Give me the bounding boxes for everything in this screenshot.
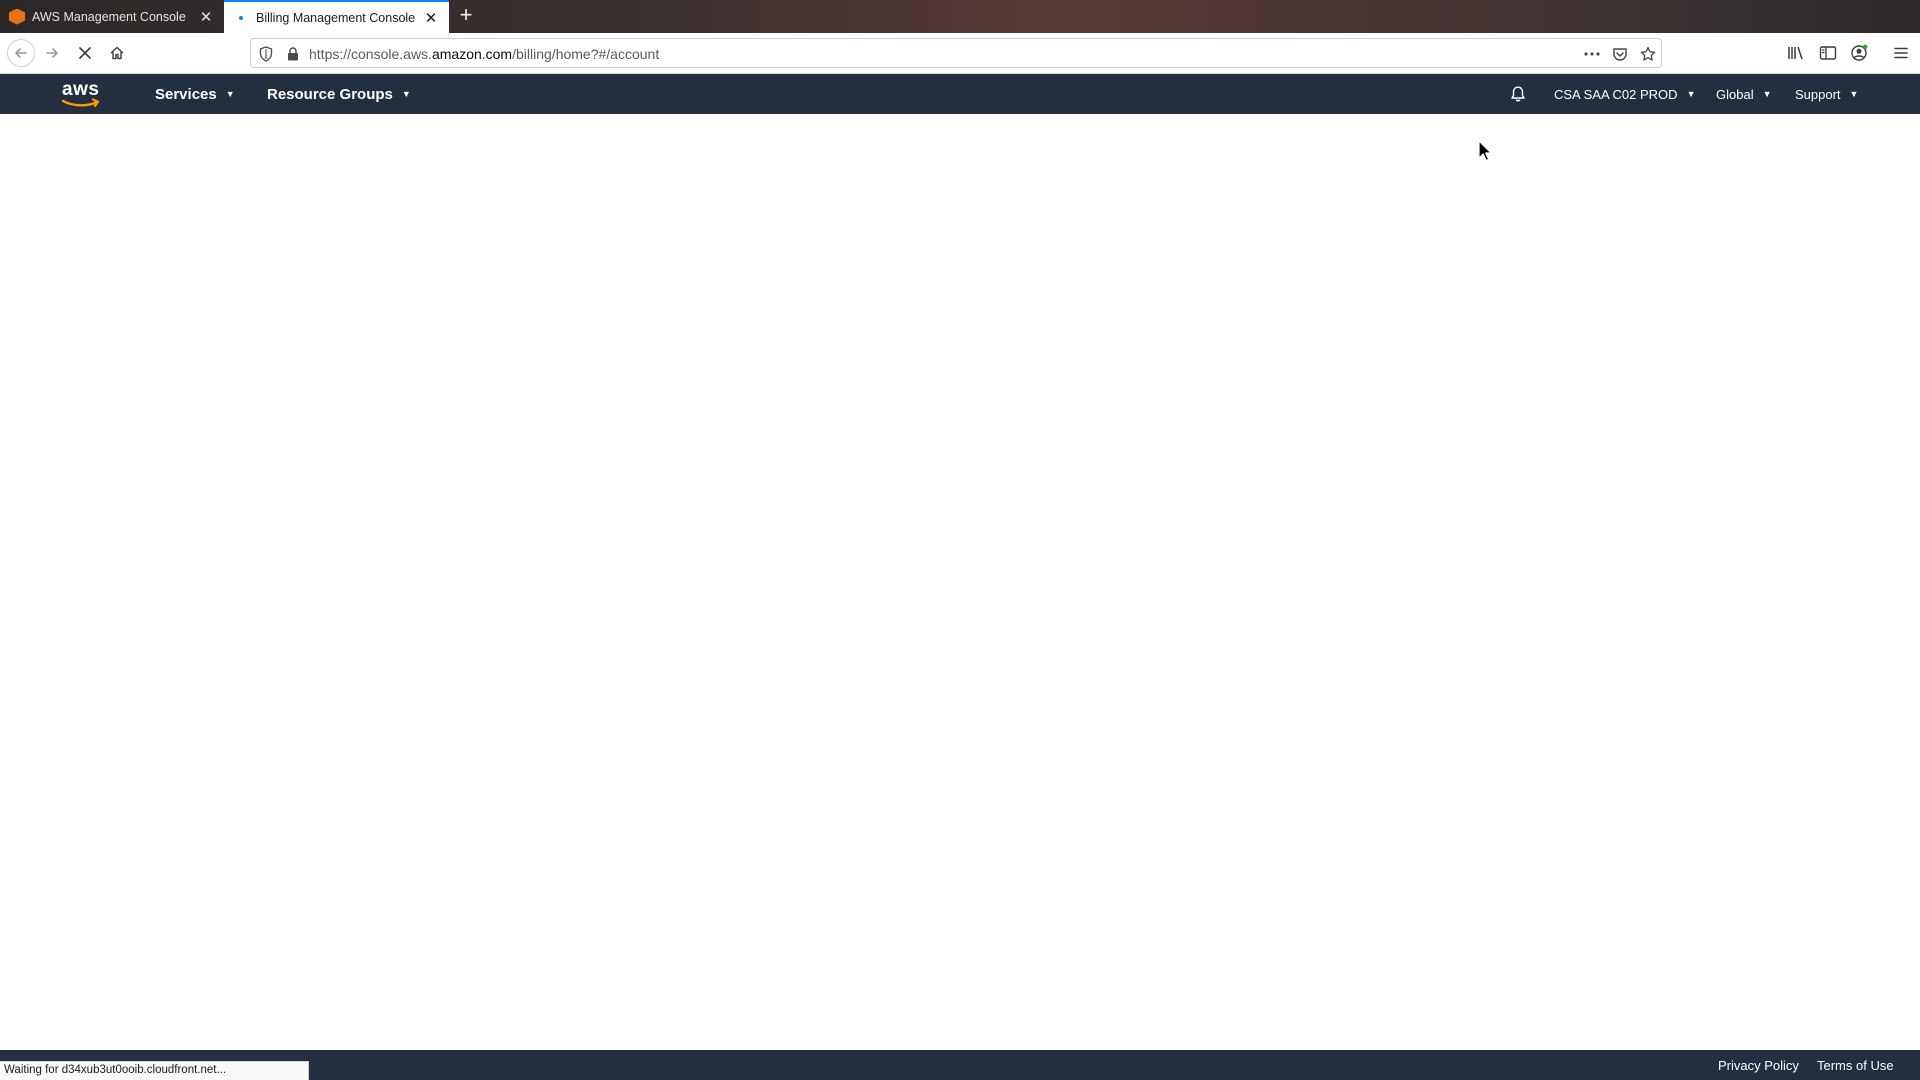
library-icon: [1788, 46, 1803, 60]
close-tab-icon[interactable]: ✕: [198, 9, 214, 26]
support-label: Support: [1795, 86, 1841, 102]
browser-status-text: Waiting for d34xub3ut0ooib.cloudfront.ne…: [0, 1061, 309, 1080]
services-menu[interactable]: Services ▼: [155, 74, 235, 114]
sidebar-icon: [1819, 46, 1837, 60]
aws-smile-icon: [61, 98, 100, 107]
aws-favicon-icon: [9, 8, 25, 25]
tab-title: Billing Management Console: [256, 10, 416, 25]
pocket-icon[interactable]: [1611, 45, 1629, 63]
account-button[interactable]: [1847, 41, 1871, 65]
support-menu[interactable]: Support ▼: [1795, 74, 1858, 114]
account-menu[interactable]: CSA SAA C02 PROD ▼: [1554, 74, 1695, 114]
browser-toolbar: https://console.aws.amazon.com/billing/h…: [0, 33, 1920, 74]
sidebar-button[interactable]: [1816, 41, 1840, 65]
notifications-button[interactable]: [1509, 74, 1527, 114]
forward-arrow-icon: [46, 48, 58, 58]
account-icon: [1851, 44, 1868, 61]
home-icon: [110, 46, 124, 60]
terms-of-use-link[interactable]: Terms of Use: [1817, 1058, 1894, 1073]
page-actions-icon[interactable]: [1583, 45, 1601, 63]
privacy-policy-link[interactable]: Privacy Policy: [1718, 1058, 1799, 1073]
resource-groups-label: Resource Groups: [267, 85, 393, 103]
url-prefix: https://console.aws.: [309, 46, 432, 62]
aws-console-header: aws Services ▼ Resource Groups ▼ CSA SAA…: [0, 74, 1920, 114]
chevron-down-icon: ▼: [225, 89, 235, 99]
account-label: CSA SAA C02 PROD: [1554, 86, 1678, 102]
bookmark-star-icon[interactable]: [1639, 45, 1657, 63]
tracking-shield-icon[interactable]: [257, 45, 275, 63]
resource-groups-menu[interactable]: Resource Groups ▼: [267, 74, 411, 114]
forward-button[interactable]: [40, 41, 64, 65]
bell-icon: [1511, 86, 1525, 102]
chevron-down-icon: ▼: [1849, 89, 1859, 99]
back-button[interactable]: [7, 39, 35, 67]
mouse-cursor-icon: [1478, 140, 1492, 162]
browser-tab-aws-console[interactable]: AWS Management Console ✕: [0, 0, 224, 33]
url-host: amazon.com: [431, 46, 513, 62]
home-button[interactable]: [105, 41, 129, 65]
loading-dot-icon: [233, 10, 249, 26]
stop-loading-button[interactable]: [73, 41, 97, 65]
menu-button[interactable]: [1889, 41, 1913, 65]
chevron-down-icon: ▼: [401, 89, 411, 99]
back-arrow-icon: [15, 48, 27, 58]
browser-tab-strip: AWS Management Console ✕ Billing Managem…: [0, 0, 1920, 33]
chevron-down-icon: ▼: [1686, 89, 1696, 99]
region-menu[interactable]: Global ▼: [1716, 74, 1772, 114]
close-tab-icon[interactable]: ✕: [423, 10, 439, 27]
url-text: https://console.aws.amazon.com/billing/h…: [309, 46, 659, 62]
url-bar[interactable]: https://console.aws.amazon.com/billing/h…: [250, 38, 1662, 68]
main-content-area: [0, 114, 1920, 1050]
library-button[interactable]: [1784, 41, 1808, 65]
new-tab-button[interactable]: +: [455, 4, 477, 27]
tab-title: AWS Management Console: [32, 9, 186, 24]
region-label: Global: [1716, 86, 1754, 102]
services-label: Services: [155, 85, 217, 103]
browser-tab-billing[interactable]: Billing Management Console ✕: [224, 0, 449, 33]
lock-icon[interactable]: [284, 45, 302, 63]
url-path: /billing/home?#/account: [512, 46, 660, 62]
hamburger-menu-icon: [1894, 47, 1908, 59]
stop-icon: [79, 47, 91, 59]
aws-logo[interactable]: aws: [60, 79, 102, 108]
chevron-down-icon: ▼: [1762, 89, 1772, 99]
